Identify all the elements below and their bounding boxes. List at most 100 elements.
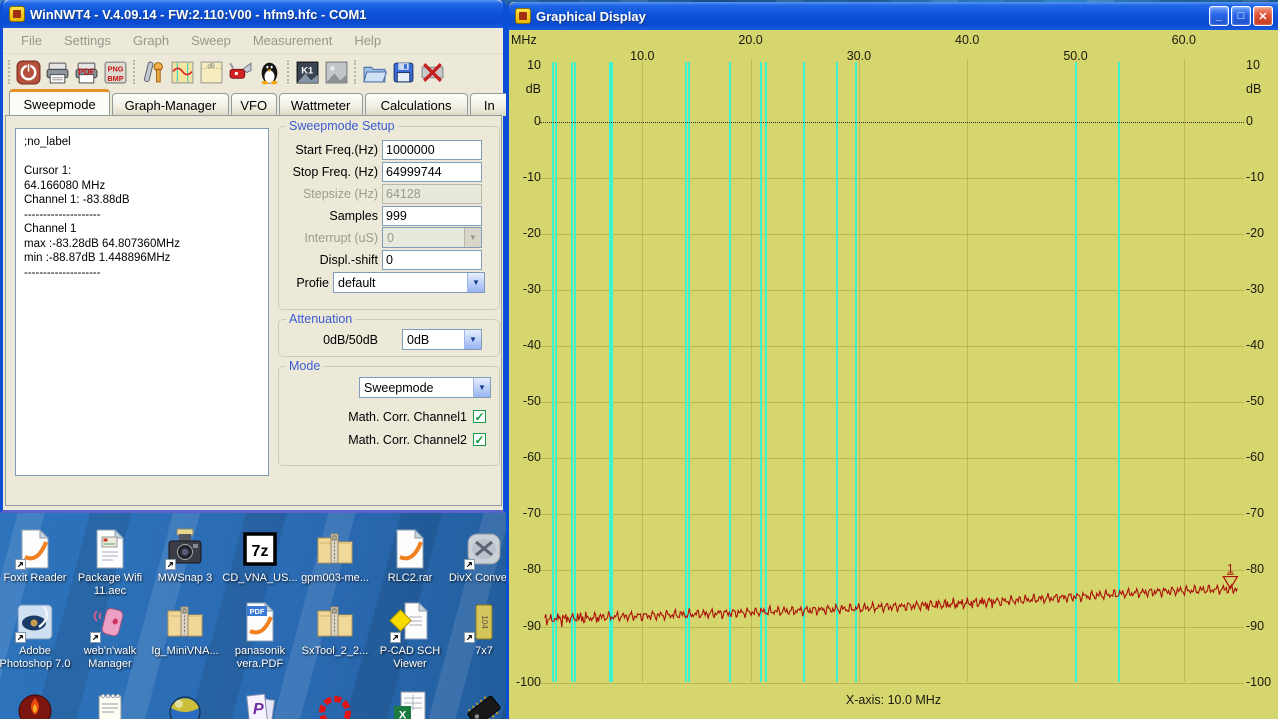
tab-graph-manager[interactable]: Graph-Manager [112,93,229,116]
minimize-button[interactable]: _ [1209,6,1229,26]
chevron-down-icon[interactable]: ▼ [464,330,481,349]
shortcut-arrow-icon [90,632,101,643]
winnwt4-app-icon [9,6,25,22]
desktop-icon-webnwalk[interactable]: web'n'walk Manager [71,601,149,670]
db-scale-icon[interactable]: dB [198,59,225,86]
shortcut-arrow-icon [15,632,26,643]
desktop-icon-pcad-sch-viewer[interactable]: P-CAD SCH Viewer [371,601,449,670]
image-export-icon[interactable]: PNGBMP [102,59,129,86]
tux-penguin-icon[interactable] [256,59,283,86]
toolbar-grip [133,60,136,84]
samples-input[interactable]: 999 [382,206,482,226]
photo-2-icon[interactable] [323,59,350,86]
desktop-icon-label: Adobe Photoshop 7.0 [0,645,74,670]
desktop-icon-mwsnap3[interactable]: MWSnap 3 [146,528,224,585]
stop-freq-hz--input[interactable]: 64999744 [382,162,482,182]
x-axis-scale-label: X-axis: 10.0 MHz [509,693,1278,707]
start-freq-hz--input[interactable]: 1000000 [382,140,482,160]
print-icon[interactable] [44,59,71,86]
desktop-icon-gpm003[interactable]: gpm003-me... [296,528,374,585]
sweep-chart[interactable]: 10.020.030.040.050.060.0MHz101000-10-10-… [509,30,1278,719]
profile-label: Profie [296,276,329,290]
tab-calculations[interactable]: Calculations [365,93,468,116]
chevron-down-icon: ▼ [464,228,481,247]
tab-in[interactable]: In [470,93,509,116]
attenuation-title: Attenuation [286,312,355,326]
menu-item-graph[interactable]: Graph [123,30,179,51]
svg-text:K1: K1 [301,65,313,75]
marker-1-label: 1 [1227,562,1234,576]
chevron-down-icon[interactable]: ▼ [467,273,484,292]
desktop-icon-notepad[interactable] [71,690,149,719]
winnwt4-title: WinNWT4 - V.4.09.14 - FW:2.110:V00 - hfm… [30,7,367,22]
menu-item-sweep[interactable]: Sweep [181,30,241,51]
attenuation-combobox[interactable]: 0dB ▼ [402,329,482,350]
desktop-icon-panasonik-pdf[interactable]: PDFpanasonik vera.PDF [221,601,299,670]
desktop-icon-label: Foxit Reader [0,572,74,585]
field-row-samples: Samples999 [281,205,497,226]
desktop-icon-cd-vna[interactable]: 7zCD_VNA_US... [221,528,299,585]
menu-item-help[interactable]: Help [344,30,391,51]
tab-strip: SweepmodeGraph-ManagerVFOWattmeterCalcul… [5,89,509,116]
mode-combobox[interactable]: Sweepmode ▼ [359,377,491,398]
attenuation-label: 0dB/50dB [323,333,378,347]
photo-k1-icon[interactable]: K1 [294,59,321,86]
desktop-icon-label: panasonik vera.PDF [221,645,299,670]
field-row-interrupt-us-: Interrupt (uS)0▼ [281,227,497,248]
field-row-start-freq-hz-: Start Freq.(Hz)1000000 [281,139,497,160]
desktop-icon-ig-minivna[interactable]: Ig_MiniVNA... [146,601,224,658]
tab-wattmeter[interactable]: Wattmeter [279,93,363,116]
save-floppy-icon[interactable] [390,59,417,86]
checkbox-math-corr-channel2[interactable]: ✓ [473,433,486,446]
swiss-knife-icon[interactable] [227,59,254,86]
toolbar: PDFPNGBMP dB K1 [3,55,503,89]
open-folder-icon[interactable] [361,59,388,86]
displ-shift-input[interactable]: 0 [382,250,482,270]
close-button[interactable]: ✕ [1253,6,1273,26]
desktop-icon-spreadsheet[interactable]: X [371,690,449,719]
channel1-trace: 1 [509,30,1278,719]
pdf-print-icon[interactable]: PDF [73,59,100,86]
desktop-icon-flame[interactable] [0,690,74,719]
cursor-info-panel[interactable]: ;no_label Cursor 1: 64.166080 MHz Channe… [15,128,269,476]
desktop-icon-rlc2-rar[interactable]: RLC2.rar [371,528,449,585]
checkbox-math-corr-channel1[interactable]: ✓ [473,410,486,423]
field-row-stepsize-hz-: Stepsize (Hz)64128 [281,183,497,204]
winnwt4-window: WinNWT4 - V.4.09.14 - FW:2.110:V00 - hfm… [0,0,506,513]
svg-text:dB: dB [207,62,215,69]
toolbar-grip [354,60,357,84]
maximize-button[interactable]: □ [1231,6,1251,26]
profile-combobox[interactable]: default ▼ [333,272,485,293]
desktop-icon-adobe-photoshop[interactable]: Adobe Photoshop 7.0 [0,601,74,670]
desktop-icon-pdoc[interactable]: P [221,690,299,719]
desktop-icon-sphere[interactable] [146,690,224,719]
desktop-icon-label: Package Wifi 11.aec [71,572,149,597]
toolbar-grip [8,60,11,84]
chevron-down-icon[interactable]: ▼ [473,378,490,397]
shortcut-arrow-icon [390,632,401,643]
menu-item-settings[interactable]: Settings [54,30,121,51]
tab-sweepmode[interactable]: Sweepmode [9,89,110,116]
desktop-icon-foxit-reader[interactable]: Foxit Reader [0,528,74,585]
exit-icon[interactable] [419,59,446,86]
desktop-icon-sxtool[interactable]: SxTool_2_2... [296,601,374,658]
winnwt4-titlebar[interactable]: WinNWT4 - V.4.09.14 - FW:2.110:V00 - hfm… [3,0,503,28]
tools-icon[interactable] [140,59,167,86]
shortcut-arrow-icon [165,559,176,570]
graphical-display-titlebar[interactable]: Graphical Display [509,2,1278,30]
desktop-icon-red-ring[interactable] [296,690,374,719]
graphical-display-title: Graphical Display [536,9,646,24]
menu-item-measurement[interactable]: Measurement [243,30,342,51]
menubar: FileSettingsGraphSweepMeasurementHelp [3,28,503,54]
field-row-stop-freq-hz-: Stop Freq. (Hz)64999744 [281,161,497,182]
menu-item-file[interactable]: File [11,30,52,51]
mode-group: Mode Sweepmode ▼ Math. Corr. Channel1✓Ma… [278,366,500,466]
desktop-icon-package-wifi[interactable]: Package Wifi 11.aec [71,528,149,597]
stepsize-hz--input: 64128 [382,184,482,204]
graph-settings-icon[interactable] [169,59,196,86]
power-icon[interactable] [15,59,42,86]
tab-vfo[interactable]: VFO [231,93,277,116]
desktop-icon-label: CD_VNA_US... [221,572,299,585]
desktop: ProusionSch...ArchiMain... Foxit ReaderP… [0,0,1278,719]
desktop-icon-label: RLC2.rar [371,572,449,585]
